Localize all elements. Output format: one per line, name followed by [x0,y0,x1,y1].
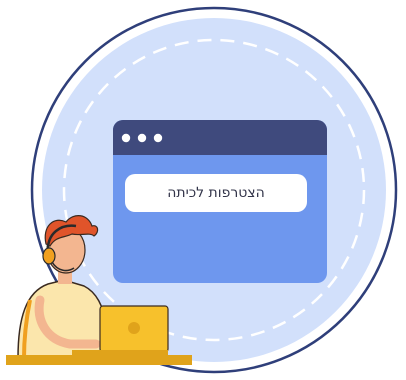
three-dots-icon [121,133,163,143]
laptop-base [72,350,168,355]
desk [6,355,192,365]
headset-earcup [42,247,56,265]
join-class-illustration: הצטרפות לכיתה [0,0,406,380]
laptop-logo [128,322,140,334]
join-class-button[interactable]: הצטרפות לכיתה [125,174,307,212]
